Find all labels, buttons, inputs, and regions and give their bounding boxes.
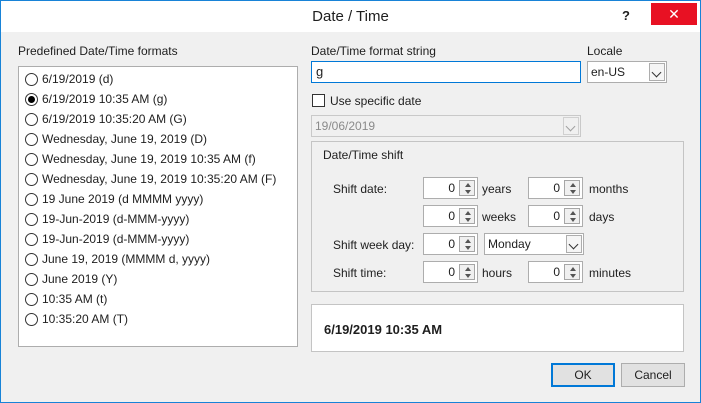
week-day-value: Monday bbox=[488, 237, 531, 251]
minutes-value: 0 bbox=[553, 265, 560, 279]
cancel-button[interactable]: Cancel bbox=[621, 363, 685, 387]
months-label: months bbox=[589, 182, 629, 196]
radio-button[interactable] bbox=[25, 132, 38, 146]
specific-date-value: 19/06/2019 bbox=[315, 119, 376, 133]
shift-group: Date/Time shift Shift date: 0 years 0 mo… bbox=[311, 141, 684, 292]
years-spinner[interactable]: 0 bbox=[423, 177, 478, 199]
format-option-label: 6/19/2019 10:35 AM (g) bbox=[42, 92, 168, 106]
radio-button[interactable] bbox=[25, 112, 38, 126]
date-time-dialog: Date / Time ? ✕ Predefined Date/Time for… bbox=[0, 0, 701, 403]
format-option[interactable]: June 19, 2019 (MMMM d, yyyy) bbox=[25, 250, 210, 268]
format-option[interactable]: Wednesday, June 19, 2019 10:35 AM (f) bbox=[25, 150, 256, 168]
shift-group-heading: Date/Time shift bbox=[323, 148, 404, 162]
years-label: years bbox=[482, 182, 512, 196]
radio-button[interactable] bbox=[25, 192, 38, 206]
radio-button[interactable] bbox=[25, 312, 38, 326]
format-option-label: June 19, 2019 (MMMM d, yyyy) bbox=[42, 252, 211, 266]
months-spinner[interactable]: 0 bbox=[528, 177, 583, 199]
close-button[interactable]: ✕ bbox=[651, 3, 697, 25]
format-option-label: 19-Jun-2019 (d-MMM-yyyy) bbox=[42, 212, 190, 226]
radio-button[interactable] bbox=[25, 252, 38, 266]
shift-date-label: Shift date: bbox=[333, 182, 388, 196]
radio-button[interactable] bbox=[25, 92, 38, 106]
format-option-label: Wednesday, June 19, 2019 10:35 AM (f) bbox=[42, 152, 256, 166]
weeks-spinner[interactable]: 0 bbox=[423, 205, 478, 227]
format-option[interactable]: Wednesday, June 19, 2019 (D) bbox=[25, 130, 207, 148]
spin-arrows-icon[interactable] bbox=[564, 180, 580, 196]
format-option[interactable]: 6/19/2019 10:35:20 AM (G) bbox=[25, 110, 187, 128]
format-option[interactable]: June 2019 (Y) bbox=[25, 270, 117, 288]
close-icon: ✕ bbox=[668, 6, 680, 22]
use-specific-date-label: Use specific date bbox=[330, 94, 422, 108]
radio-button[interactable] bbox=[25, 272, 38, 286]
radio-button[interactable] bbox=[25, 172, 38, 186]
radio-button[interactable] bbox=[25, 152, 38, 166]
radio-button[interactable] bbox=[25, 232, 38, 246]
radio-button[interactable] bbox=[25, 212, 38, 226]
week-day-select[interactable]: Monday bbox=[484, 233, 584, 255]
format-option[interactable]: 10:35:20 AM (T) bbox=[25, 310, 128, 328]
format-option[interactable]: 19-Jun-2019 (d-MMM-yyyy) bbox=[25, 210, 189, 228]
format-option-label: 19 June 2019 (d MMMM yyyy) bbox=[42, 192, 204, 206]
format-option-label: June 2019 (Y) bbox=[42, 272, 118, 286]
dialog-title: Date / Time bbox=[312, 8, 389, 25]
format-option[interactable]: 6/19/2019 (d) bbox=[25, 70, 113, 88]
minutes-spinner[interactable]: 0 bbox=[528, 261, 583, 283]
shift-time-label: Shift time: bbox=[333, 266, 387, 280]
days-spinner[interactable]: 0 bbox=[528, 205, 583, 227]
locale-value: en-US bbox=[591, 65, 626, 79]
format-option[interactable]: 19-Jun-2019 (d-MMM-yyyy) bbox=[25, 230, 189, 248]
spin-arrows-icon[interactable] bbox=[564, 264, 580, 280]
format-option-label: 19-Jun-2019 (d-MMM-yyyy) bbox=[42, 232, 190, 246]
weeks-label: weeks bbox=[482, 210, 517, 224]
preview-text: 6/19/2019 10:35 AM bbox=[324, 322, 443, 337]
weeks-value: 0 bbox=[448, 209, 455, 223]
radio-button[interactable] bbox=[25, 72, 38, 86]
hours-value: 0 bbox=[448, 265, 455, 279]
chevron-down-icon[interactable] bbox=[563, 117, 579, 135]
format-option-label: Wednesday, June 19, 2019 (D) bbox=[42, 132, 207, 146]
format-option-label: 10:35 AM (t) bbox=[42, 292, 108, 306]
format-option[interactable]: 6/19/2019 10:35 AM (g) bbox=[25, 90, 167, 108]
formats-heading: Predefined Date/Time formats bbox=[18, 44, 178, 58]
locale-select[interactable]: en-US bbox=[587, 61, 667, 83]
hours-label: hours bbox=[482, 266, 513, 280]
locale-label: Locale bbox=[587, 44, 623, 58]
format-option-label: 6/19/2019 10:35:20 AM (G) bbox=[42, 112, 187, 126]
chevron-down-icon[interactable] bbox=[649, 63, 665, 81]
ok-button[interactable]: OK bbox=[551, 363, 615, 387]
chevron-down-icon[interactable] bbox=[566, 235, 582, 253]
spin-arrows-icon[interactable] bbox=[459, 208, 475, 224]
title-bar: Date / Time ? ✕ bbox=[1, 1, 700, 32]
minutes-label: minutes bbox=[589, 266, 632, 280]
spin-arrows-icon[interactable] bbox=[459, 180, 475, 196]
months-value: 0 bbox=[553, 181, 560, 195]
format-option[interactable]: Wednesday, June 19, 2019 10:35:20 AM (F) bbox=[25, 170, 276, 188]
years-value: 0 bbox=[448, 181, 455, 195]
format-option-label: 10:35:20 AM (T) bbox=[42, 312, 129, 326]
days-value: 0 bbox=[553, 209, 560, 223]
hours-spinner[interactable]: 0 bbox=[423, 261, 478, 283]
format-string-input[interactable]: g bbox=[311, 61, 581, 83]
help-button[interactable]: ? bbox=[615, 5, 637, 27]
format-option[interactable]: 10:35 AM (t) bbox=[25, 290, 107, 308]
week-day-count-value: 0 bbox=[448, 237, 455, 251]
format-option-label: Wednesday, June 19, 2019 10:35:20 AM (F) bbox=[42, 172, 277, 186]
spin-arrows-icon[interactable] bbox=[459, 264, 475, 280]
format-string-label: Date/Time format string bbox=[311, 44, 436, 58]
spin-arrows-icon[interactable] bbox=[459, 236, 475, 252]
use-specific-date-checkbox[interactable] bbox=[312, 94, 325, 107]
shift-week-day-label: Shift week day: bbox=[333, 238, 415, 252]
spin-arrows-icon[interactable] bbox=[564, 208, 580, 224]
days-label: days bbox=[589, 210, 615, 224]
preview-panel: 6/19/2019 10:35 AM bbox=[311, 304, 684, 352]
formats-list[interactable]: 6/19/2019 (d) 6/19/2019 10:35 AM (g) 6/1… bbox=[18, 66, 298, 347]
specific-date-picker[interactable]: 19/06/2019 bbox=[311, 115, 581, 137]
format-option-label: 6/19/2019 (d) bbox=[42, 72, 114, 86]
format-option[interactable]: 19 June 2019 (d MMMM yyyy) bbox=[25, 190, 203, 208]
radio-button[interactable] bbox=[25, 292, 38, 306]
week-day-count-spinner[interactable]: 0 bbox=[423, 233, 478, 255]
